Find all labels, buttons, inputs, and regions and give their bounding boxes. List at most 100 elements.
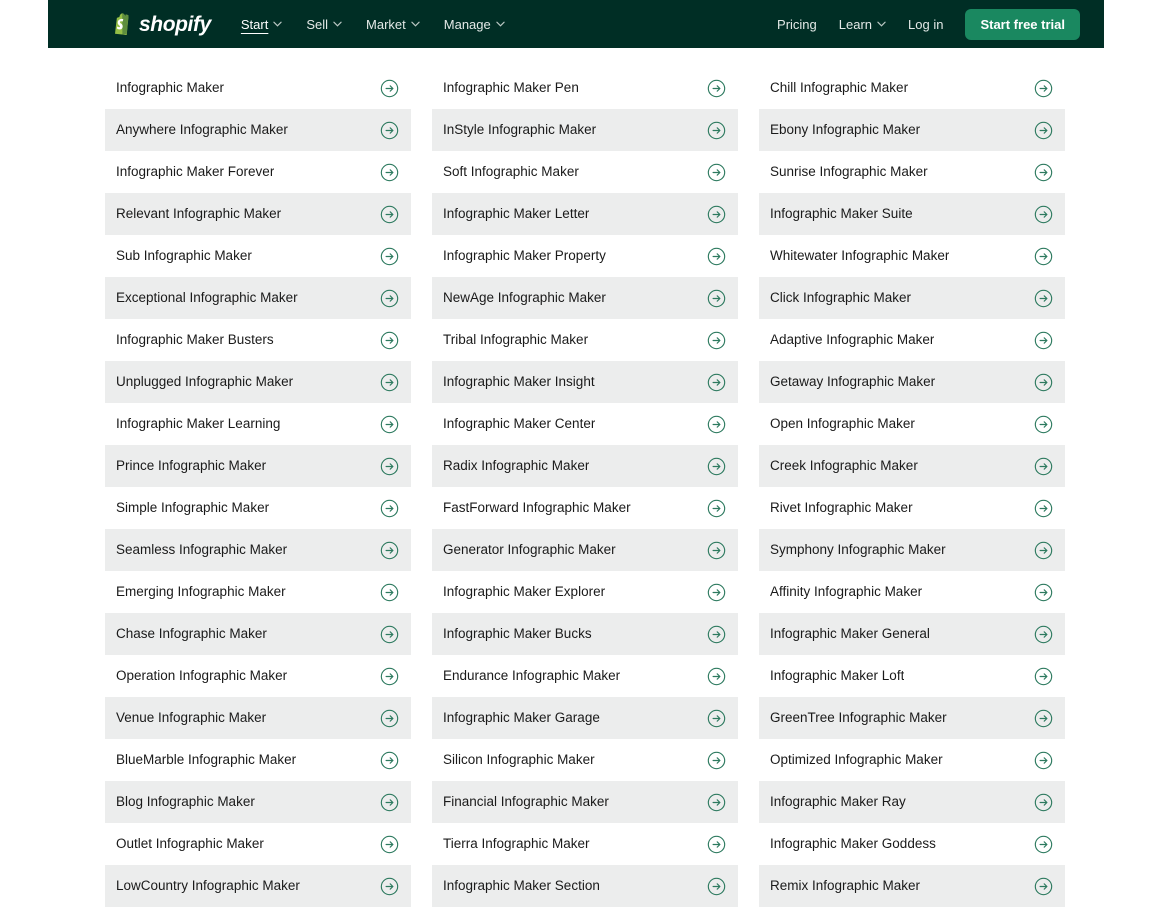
link-row[interactable]: Open Infographic Maker bbox=[759, 403, 1065, 445]
arrow-right-circle-icon[interactable] bbox=[707, 499, 726, 518]
arrow-right-circle-icon[interactable] bbox=[380, 205, 399, 224]
arrow-right-circle-icon[interactable] bbox=[707, 289, 726, 308]
arrow-right-circle-icon[interactable] bbox=[380, 541, 399, 560]
link-row[interactable]: Getaway Infographic Maker bbox=[759, 361, 1065, 403]
arrow-right-circle-icon[interactable] bbox=[1034, 121, 1053, 140]
link-row[interactable]: Radix Infographic Maker bbox=[432, 445, 738, 487]
link-row[interactable]: Infographic Maker Letter bbox=[432, 193, 738, 235]
arrow-right-circle-icon[interactable] bbox=[707, 457, 726, 476]
link-row[interactable]: InStyle Infographic Maker bbox=[432, 109, 738, 151]
link-row[interactable]: Click Infographic Maker bbox=[759, 277, 1065, 319]
link-row[interactable]: Sub Infographic Maker bbox=[105, 235, 411, 277]
link-row[interactable]: GreenTree Infographic Maker bbox=[759, 697, 1065, 739]
arrow-right-circle-icon[interactable] bbox=[1034, 79, 1053, 98]
arrow-right-circle-icon[interactable] bbox=[380, 709, 399, 728]
arrow-right-circle-icon[interactable] bbox=[380, 499, 399, 518]
arrow-right-circle-icon[interactable] bbox=[380, 835, 399, 854]
link-row[interactable]: Infographic Maker bbox=[105, 67, 411, 109]
link-row[interactable]: Adaptive Infographic Maker bbox=[759, 319, 1065, 361]
arrow-right-circle-icon[interactable] bbox=[380, 625, 399, 644]
arrow-right-circle-icon[interactable] bbox=[707, 373, 726, 392]
arrow-right-circle-icon[interactable] bbox=[707, 331, 726, 350]
link-row[interactable]: Infographic Maker Ray bbox=[759, 781, 1065, 823]
nav-item-learn[interactable]: Learn bbox=[839, 18, 886, 31]
arrow-right-circle-icon[interactable] bbox=[1034, 625, 1053, 644]
link-row[interactable]: Infographic Maker Center bbox=[432, 403, 738, 445]
arrow-right-circle-icon[interactable] bbox=[707, 625, 726, 644]
arrow-right-circle-icon[interactable] bbox=[380, 751, 399, 770]
link-row[interactable]: Infographic Maker Busters bbox=[105, 319, 411, 361]
link-row[interactable]: Exceptional Infographic Maker bbox=[105, 277, 411, 319]
nav-item-sell[interactable]: Sell bbox=[306, 18, 342, 31]
arrow-right-circle-icon[interactable] bbox=[1034, 373, 1053, 392]
link-row[interactable]: Chill Infographic Maker bbox=[759, 67, 1065, 109]
arrow-right-circle-icon[interactable] bbox=[707, 667, 726, 686]
arrow-right-circle-icon[interactable] bbox=[380, 79, 399, 98]
arrow-right-circle-icon[interactable] bbox=[380, 331, 399, 350]
link-row[interactable]: Infographic Maker Suite bbox=[759, 193, 1065, 235]
arrow-right-circle-icon[interactable] bbox=[1034, 793, 1053, 812]
link-row[interactable]: Infographic Maker Learning bbox=[105, 403, 411, 445]
arrow-right-circle-icon[interactable] bbox=[380, 373, 399, 392]
link-row[interactable]: Infographic Maker Goddess bbox=[759, 823, 1065, 865]
link-row[interactable]: Soft Infographic Maker bbox=[432, 151, 738, 193]
arrow-right-circle-icon[interactable] bbox=[380, 121, 399, 140]
link-row[interactable]: Infographic Maker Garage bbox=[432, 697, 738, 739]
link-row[interactable]: Simple Infographic Maker bbox=[105, 487, 411, 529]
link-row[interactable]: Infographic Maker Insight bbox=[432, 361, 738, 403]
link-row[interactable]: Silicon Infographic Maker bbox=[432, 739, 738, 781]
link-row[interactable]: Venue Infographic Maker bbox=[105, 697, 411, 739]
nav-item-login[interactable]: Log in bbox=[908, 18, 943, 31]
nav-item-pricing[interactable]: Pricing bbox=[777, 18, 817, 31]
arrow-right-circle-icon[interactable] bbox=[1034, 751, 1053, 770]
link-row[interactable]: Blog Infographic Maker bbox=[105, 781, 411, 823]
link-row[interactable]: Infographic Maker Property bbox=[432, 235, 738, 277]
arrow-right-circle-icon[interactable] bbox=[380, 877, 399, 896]
shopify-logo[interactable]: shopify bbox=[60, 13, 211, 35]
link-row[interactable]: Whitewater Infographic Maker bbox=[759, 235, 1065, 277]
arrow-right-circle-icon[interactable] bbox=[380, 163, 399, 182]
link-row[interactable]: Infographic Maker Forever bbox=[105, 151, 411, 193]
arrow-right-circle-icon[interactable] bbox=[380, 793, 399, 812]
arrow-right-circle-icon[interactable] bbox=[1034, 247, 1053, 266]
link-row[interactable]: Financial Infographic Maker bbox=[432, 781, 738, 823]
arrow-right-circle-icon[interactable] bbox=[1034, 205, 1053, 224]
link-row[interactable]: Infographic Maker Explorer bbox=[432, 571, 738, 613]
link-row[interactable]: Tierra Infographic Maker bbox=[432, 823, 738, 865]
arrow-right-circle-icon[interactable] bbox=[380, 247, 399, 266]
nav-item-manage[interactable]: Manage bbox=[444, 18, 505, 31]
link-row[interactable]: Seamless Infographic Maker bbox=[105, 529, 411, 571]
arrow-right-circle-icon[interactable] bbox=[380, 583, 399, 602]
link-row[interactable]: Prince Infographic Maker bbox=[105, 445, 411, 487]
arrow-right-circle-icon[interactable] bbox=[707, 793, 726, 812]
link-row[interactable]: Unplugged Infographic Maker bbox=[105, 361, 411, 403]
link-row[interactable]: Anywhere Infographic Maker bbox=[105, 109, 411, 151]
link-row[interactable]: Operation Infographic Maker bbox=[105, 655, 411, 697]
link-row[interactable]: Rivet Infographic Maker bbox=[759, 487, 1065, 529]
arrow-right-circle-icon[interactable] bbox=[1034, 457, 1053, 476]
link-row[interactable]: Generator Infographic Maker bbox=[432, 529, 738, 571]
link-row[interactable]: BlueMarble Infographic Maker bbox=[105, 739, 411, 781]
arrow-right-circle-icon[interactable] bbox=[380, 289, 399, 308]
arrow-right-circle-icon[interactable] bbox=[707, 541, 726, 560]
link-row[interactable]: Affinity Infographic Maker bbox=[759, 571, 1065, 613]
link-row[interactable]: Chase Infographic Maker bbox=[105, 613, 411, 655]
nav-item-market[interactable]: Market bbox=[366, 18, 420, 31]
arrow-right-circle-icon[interactable] bbox=[707, 247, 726, 266]
arrow-right-circle-icon[interactable] bbox=[707, 751, 726, 770]
link-row[interactable]: Creek Infographic Maker bbox=[759, 445, 1065, 487]
arrow-right-circle-icon[interactable] bbox=[707, 121, 726, 140]
link-row[interactable]: Symphony Infographic Maker bbox=[759, 529, 1065, 571]
arrow-right-circle-icon[interactable] bbox=[707, 835, 726, 854]
link-row[interactable]: Ebony Infographic Maker bbox=[759, 109, 1065, 151]
link-row[interactable]: Optimized Infographic Maker bbox=[759, 739, 1065, 781]
arrow-right-circle-icon[interactable] bbox=[1034, 331, 1053, 350]
arrow-right-circle-icon[interactable] bbox=[1034, 163, 1053, 182]
arrow-right-circle-icon[interactable] bbox=[1034, 289, 1053, 308]
arrow-right-circle-icon[interactable] bbox=[1034, 541, 1053, 560]
arrow-right-circle-icon[interactable] bbox=[707, 415, 726, 434]
link-row[interactable]: FastForward Infographic Maker bbox=[432, 487, 738, 529]
link-row[interactable]: NewAge Infographic Maker bbox=[432, 277, 738, 319]
arrow-right-circle-icon[interactable] bbox=[1034, 835, 1053, 854]
link-row[interactable]: Infographic Maker Section bbox=[432, 865, 738, 907]
